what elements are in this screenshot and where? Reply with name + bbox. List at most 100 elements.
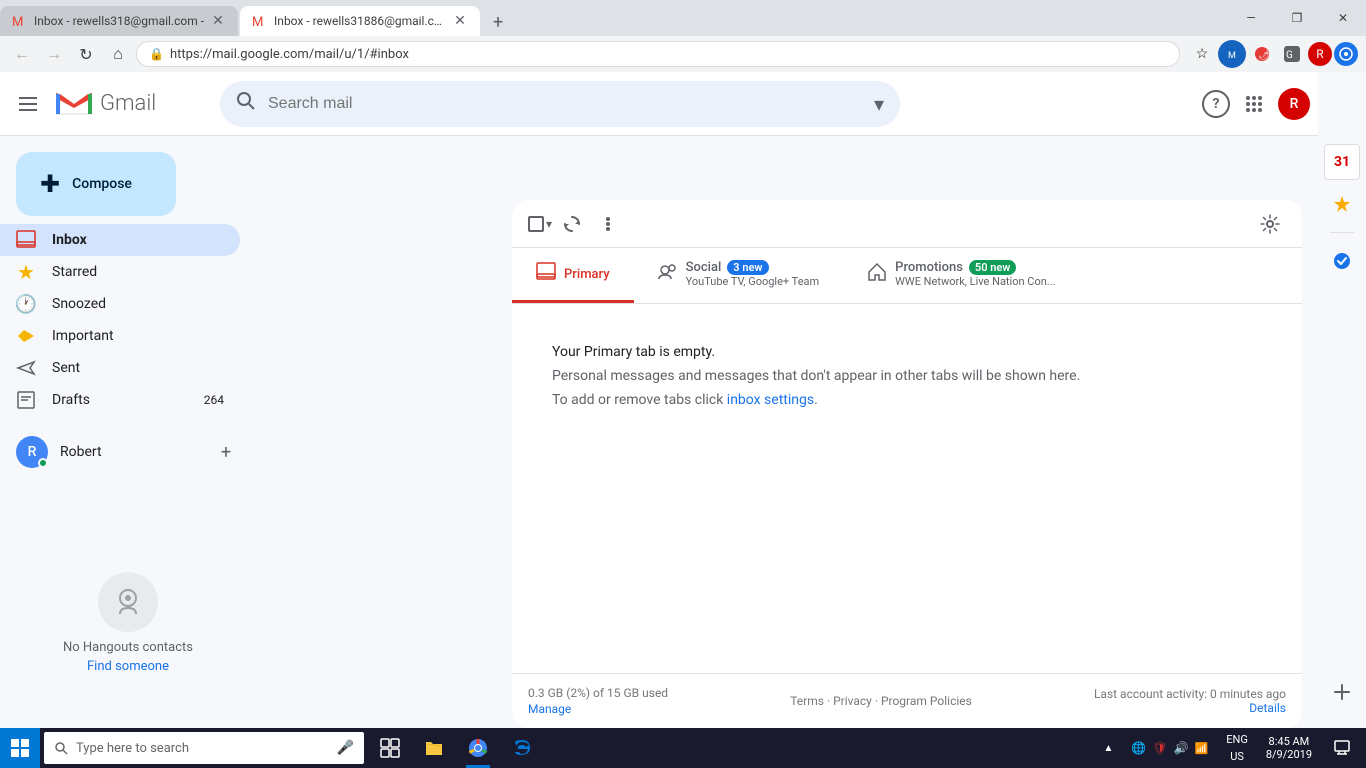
search-icon — [236, 91, 256, 116]
inbox-tabs: Primary Social 3 new YouTube TV, Google+… — [512, 248, 1302, 304]
inbox-label: Inbox — [52, 232, 224, 248]
hangouts-section: No Hangouts contacts Find someone — [0, 532, 256, 690]
chrome-button[interactable] — [456, 728, 500, 768]
network2-icon: 📶 — [1195, 742, 1209, 755]
taskbar-search-text: Type here to search — [76, 741, 189, 756]
taskbar-search[interactable]: Type here to search 🎤 — [44, 732, 364, 764]
forward-button[interactable]: → — [40, 40, 68, 68]
details-link[interactable]: Details — [1094, 701, 1286, 715]
promotions-badge: 50 new — [969, 260, 1017, 275]
search-bar[interactable]: ▾ — [220, 81, 900, 127]
clock[interactable]: 8:45 AM 8/9/2019 — [1258, 728, 1320, 768]
lang-text: ENG — [1226, 733, 1248, 746]
add-account-button[interactable]: + — [212, 438, 240, 466]
svg-text:M: M — [1228, 51, 1236, 61]
tab-social[interactable]: Social 3 new YouTube TV, Google+ Team — [634, 248, 844, 303]
maximize-button[interactable]: ❐ — [1274, 0, 1320, 36]
help-button[interactable]: ? — [1202, 90, 1230, 118]
empty-link-suffix: . — [814, 392, 818, 408]
footer-activity: Last account activity: 0 minutes ago Det… — [1094, 687, 1286, 715]
compose-label: Compose — [72, 176, 132, 192]
keep-button[interactable] — [1322, 184, 1362, 224]
tray-expand-icon: ▲ — [1103, 743, 1113, 754]
empty-link-prefix: To add or remove tabs click — [552, 392, 727, 408]
find-someone-link[interactable]: Find someone — [87, 659, 169, 674]
language-indicator[interactable]: ENG US — [1218, 728, 1256, 768]
ext-icon-1[interactable]: M — [1218, 40, 1246, 68]
taskbar-mic-icon: 🎤 — [337, 740, 354, 756]
program-policies-link[interactable]: Program Policies — [881, 694, 972, 708]
account-section[interactable]: R Robert + — [0, 432, 256, 472]
tab2-favicon: M — [252, 13, 268, 29]
sidebar-item-sent[interactable]: Sent — [0, 352, 240, 384]
hamburger-menu-button[interactable] — [8, 84, 48, 124]
ext-icon-3[interactable]: G — [1278, 40, 1306, 68]
start-button[interactable] — [0, 728, 40, 768]
inbox-settings-link[interactable]: inbox settings — [727, 392, 814, 408]
notification-button[interactable] — [1322, 728, 1362, 768]
search-dropdown-icon[interactable]: ▾ — [874, 92, 884, 116]
sidebar-item-starred[interactable]: ★ Starred — [0, 256, 240, 288]
home-button[interactable]: ⌂ — [104, 40, 132, 68]
select-all-checkbox[interactable] — [528, 216, 544, 232]
time-text: 8:45 AM — [1269, 735, 1310, 748]
browser-tab-2[interactable]: M Inbox - rewells31886@gmail.com - ✕ — [240, 6, 480, 36]
tray-icons[interactable]: 🌐 🛡 🔊 📶 — [1123, 728, 1216, 768]
account-avatar: R — [16, 436, 48, 468]
privacy-link[interactable]: Privacy — [833, 694, 872, 708]
user-account-icon[interactable]: R — [1308, 42, 1332, 66]
calendar-button[interactable]: 31 — [1324, 144, 1360, 180]
sidebar-item-important[interactable]: Important — [0, 320, 240, 352]
tab2-close-icon[interactable]: ✕ — [452, 13, 468, 29]
minimize-button[interactable]: — — [1228, 0, 1274, 36]
bookmark-icon[interactable]: ☆ — [1188, 40, 1216, 68]
snoozed-icon: 🕐 — [16, 294, 36, 315]
sidebar-item-snoozed[interactable]: 🕐 Snoozed — [0, 288, 240, 320]
ext-icon-4[interactable] — [1334, 42, 1358, 66]
terms-link[interactable]: Terms — [790, 694, 824, 708]
browser-tab-1[interactable]: M Inbox - rewells318@gmail.com - ✕ — [0, 6, 238, 36]
svg-text:G: G — [1286, 50, 1293, 61]
file-explorer-button[interactable] — [412, 728, 456, 768]
task-view-button[interactable] — [368, 728, 412, 768]
apps-button[interactable] — [1234, 84, 1274, 124]
sidebar-item-drafts[interactable]: Drafts 264 — [0, 384, 240, 416]
hangouts-icon — [98, 572, 158, 632]
settings-button[interactable] — [1254, 208, 1286, 240]
social-badge: 3 new — [727, 260, 768, 275]
add-button[interactable] — [1322, 672, 1362, 712]
new-tab-button[interactable]: + — [484, 8, 512, 36]
tab-promotions[interactable]: Promotions 50 new WWE Network, Live Nati… — [843, 248, 1079, 303]
tab1-title: Inbox - rewells318@gmail.com - — [34, 14, 204, 28]
important-icon — [16, 326, 36, 346]
search-input[interactable] — [268, 95, 862, 113]
ext-icon-2[interactable]: 🌶 — [1248, 40, 1276, 68]
edge-button[interactable] — [500, 728, 544, 768]
inbox-icon — [16, 230, 36, 250]
starred-label: Starred — [52, 264, 224, 280]
refresh-button[interactable] — [556, 208, 588, 240]
drafts-label: Drafts — [52, 392, 188, 408]
select-all-area[interactable]: ▾ — [528, 216, 552, 232]
account-name: Robert — [60, 444, 102, 460]
user-avatar[interactable]: R — [1278, 88, 1310, 120]
gmail-logo-text: Gmail — [100, 91, 156, 116]
close-button[interactable]: ✕ — [1320, 0, 1366, 36]
tray-expand[interactable]: ▲ — [1095, 728, 1121, 768]
more-options-button[interactable] — [592, 208, 624, 240]
tab1-close-icon[interactable]: ✕ — [210, 13, 226, 29]
tab2-title: Inbox - rewells31886@gmail.com - — [274, 14, 446, 28]
select-all-dropdown-icon[interactable]: ▾ — [546, 217, 552, 231]
promotions-tab-icon — [867, 262, 887, 287]
back-button[interactable]: ← — [8, 40, 36, 68]
sidebar-item-inbox[interactable]: Inbox — [0, 224, 240, 256]
compose-button[interactable]: ✚ Compose — [16, 152, 176, 216]
tasks-button[interactable] — [1322, 241, 1362, 281]
tab-primary[interactable]: Primary — [512, 248, 634, 303]
drafts-icon — [16, 390, 36, 410]
manage-link[interactable]: Manage — [528, 702, 668, 716]
url-text: https://mail.google.com/mail/u/1/#inbox — [170, 47, 1167, 62]
nav-section: Inbox ★ Starred 🕐 Snoozed Important — [0, 224, 256, 416]
reload-button[interactable]: ↻ — [72, 40, 100, 68]
address-bar[interactable]: 🔒 https://mail.google.com/mail/u/1/#inbo… — [136, 41, 1180, 67]
